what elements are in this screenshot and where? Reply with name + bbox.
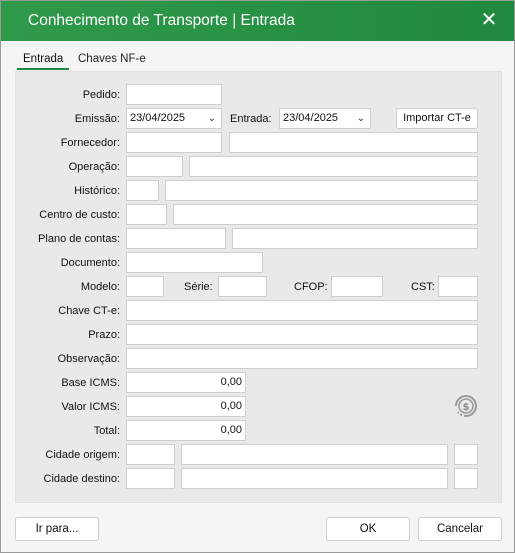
centro-custo-label: Centro de custo: <box>39 209 120 221</box>
tab-chaves-nfe[interactable]: Chaves NF-e <box>78 51 146 65</box>
total-label: Total: <box>93 425 120 437</box>
recalculate-dollar-icon[interactable]: $ <box>451 391 481 421</box>
cst-label: CST: <box>411 281 435 293</box>
fornecedor-code-input[interactable] <box>126 132 222 153</box>
total-input[interactable]: 0,00 <box>126 420 246 441</box>
chave-cte-label: Chave CT-e: <box>58 305 120 317</box>
cidade-destino-label: Cidade destino: <box>43 473 120 485</box>
cst-input[interactable] <box>438 276 478 297</box>
valor-icms-input[interactable]: 0,00 <box>126 396 246 417</box>
cfop-label: CFOP: <box>294 281 328 293</box>
serie-label: Série: <box>184 281 213 293</box>
historico-desc-input[interactable] <box>165 180 478 201</box>
pedido-input[interactable] <box>126 84 222 105</box>
documento-input[interactable] <box>126 252 263 273</box>
emissao-label: Emissão: <box>74 113 120 125</box>
modelo-input[interactable] <box>126 276 164 297</box>
cidade-origem-label: Cidade origem: <box>45 449 120 461</box>
modelo-label: Modelo: <box>80 281 120 293</box>
cidade-origem-code-input[interactable] <box>126 444 175 465</box>
base-icms-label: Base ICMS: <box>61 377 120 389</box>
title-bar: Conhecimento de Transporte | Entrada ✕ <box>1 1 514 41</box>
cidade-destino-uf-input[interactable] <box>454 468 478 489</box>
valor-icms-label: Valor ICMS: <box>61 401 120 413</box>
prazo-input[interactable] <box>126 324 478 345</box>
historico-code-input[interactable] <box>126 180 159 201</box>
fornecedor-label: Fornecedor: <box>60 137 120 149</box>
cidade-destino-name-input[interactable] <box>181 468 448 489</box>
chave-cte-input[interactable] <box>126 300 478 321</box>
serie-input[interactable] <box>218 276 267 297</box>
ok-button[interactable]: OK <box>326 517 410 541</box>
documento-label: Documento: <box>60 257 120 269</box>
chevron-down-icon: ⌄ <box>207 113 216 124</box>
historico-label: Histórico: <box>74 185 120 197</box>
plano-contas-code-input[interactable] <box>126 228 226 249</box>
close-icon[interactable]: ✕ <box>478 9 500 31</box>
cidade-origem-name-input[interactable] <box>181 444 448 465</box>
operacao-code-input[interactable] <box>126 156 183 177</box>
pedido-label: Pedido: <box>82 89 120 101</box>
emissao-date-value: 23/04/2025 <box>130 112 186 124</box>
dialog-window: Conhecimento de Transporte | Entrada ✕ E… <box>0 0 515 553</box>
cidade-destino-code-input[interactable] <box>126 468 175 489</box>
entrada-label: Entrada: <box>230 113 272 125</box>
cfop-input[interactable] <box>331 276 383 297</box>
fornecedor-name-input[interactable] <box>229 132 478 153</box>
importar-cte-button[interactable]: Importar CT-e <box>396 108 478 129</box>
centro-custo-desc-input[interactable] <box>173 204 478 225</box>
cancelar-button[interactable]: Cancelar <box>418 517 502 541</box>
observacao-label: Observação: <box>57 353 120 365</box>
prazo-label: Prazo: <box>88 329 120 341</box>
operacao-desc-input[interactable] <box>189 156 478 177</box>
svg-text:$: $ <box>463 402 470 413</box>
centro-custo-code-input[interactable] <box>126 204 167 225</box>
chevron-down-icon: ⌄ <box>356 113 365 124</box>
observacao-input[interactable] <box>126 348 478 369</box>
window-title: Conhecimento de Transporte | Entrada <box>28 12 295 29</box>
emissao-date-picker[interactable]: 23/04/2025 ⌄ <box>126 108 222 129</box>
plano-contas-label: Plano de contas: <box>38 233 120 245</box>
plano-contas-desc-input[interactable] <box>232 228 478 249</box>
entrada-date-picker[interactable]: 23/04/2025 ⌄ <box>279 108 371 129</box>
entrada-date-value: 23/04/2025 <box>283 112 339 124</box>
cidade-origem-uf-input[interactable] <box>454 444 478 465</box>
ir-para-button[interactable]: Ir para... <box>15 517 99 541</box>
operacao-label: Operação: <box>68 161 120 173</box>
base-icms-input[interactable]: 0,00 <box>126 372 246 393</box>
tab-entrada[interactable]: Entrada <box>17 51 69 70</box>
